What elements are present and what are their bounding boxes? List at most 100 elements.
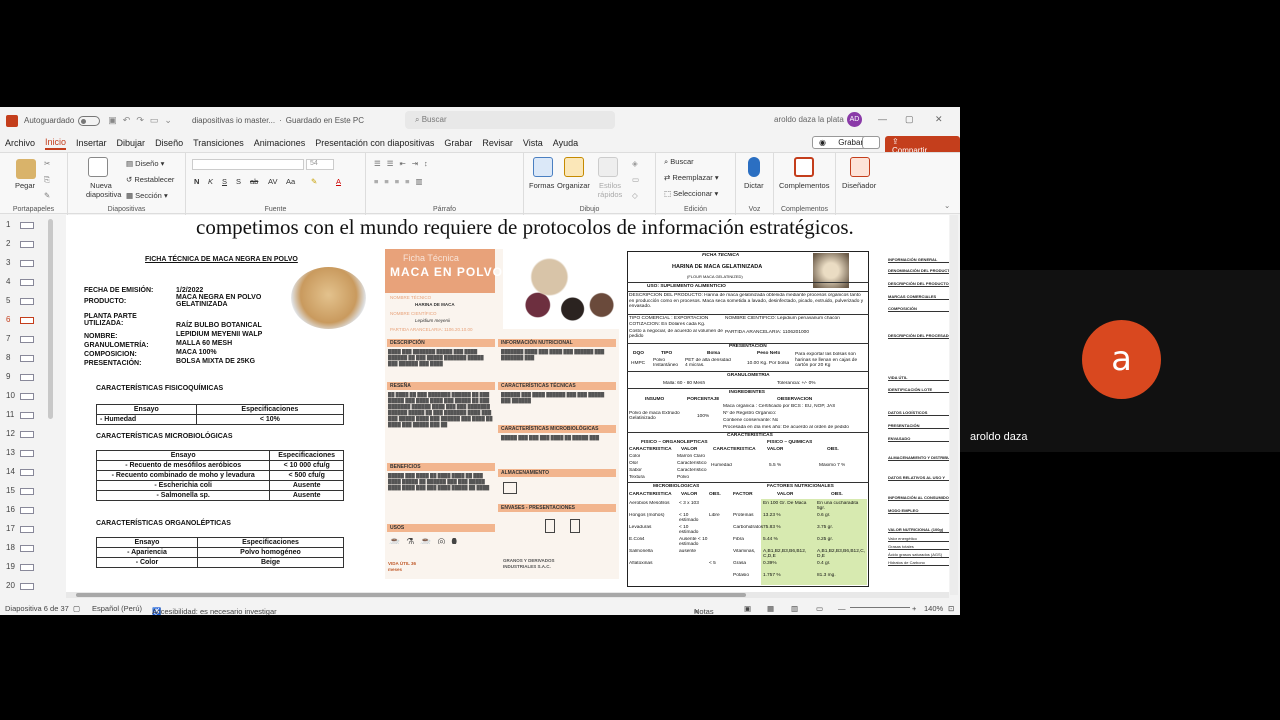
user-name[interactable]: aroldo daza la plata: [774, 115, 844, 124]
zoom-slider[interactable]: [850, 607, 910, 608]
vertical-scrollbar[interactable]: [950, 215, 958, 595]
list-icons[interactable]: ☰☰⇤⇥↕: [374, 159, 434, 168]
close-icon[interactable]: ✕: [935, 114, 943, 125]
paste-label[interactable]: Pegar: [15, 181, 35, 190]
thumbnail-number[interactable]: 20: [6, 581, 15, 590]
slide-thumbnail[interactable]: [20, 241, 34, 248]
quick-styles-label[interactable]: Estilos rápidos: [594, 181, 626, 199]
thumbnail-number[interactable]: 11: [6, 410, 14, 419]
tab-archivo[interactable]: Archivo: [5, 138, 35, 148]
font-color-icon[interactable]: A: [336, 177, 341, 186]
slideshow-view-icon[interactable]: ▭: [816, 604, 823, 613]
redo-icon[interactable]: ↷: [136, 115, 144, 126]
layout-button[interactable]: ▤ Diseño ▾: [126, 159, 164, 168]
new-slide-icon[interactable]: [88, 157, 108, 177]
thumbnail-number[interactable]: 16: [6, 505, 15, 514]
slideshow-icon[interactable]: ▭: [150, 115, 159, 126]
customize-icon[interactable]: ⌄: [164, 115, 172, 126]
reading-view-icon[interactable]: ▥: [791, 604, 798, 613]
slide-thumbnail[interactable]: [20, 393, 34, 400]
thumbnail-number[interactable]: 13: [6, 448, 15, 457]
thumbnail-number[interactable]: 4: [6, 277, 10, 286]
tab-ayuda[interactable]: Ayuda: [553, 138, 578, 148]
designer-label[interactable]: Diseñador: [842, 181, 876, 190]
slide-thumbnail[interactable]: [20, 355, 34, 362]
shapes-label[interactable]: Formas: [529, 181, 554, 190]
language-status[interactable]: Español (Perú): [92, 604, 142, 613]
quick-styles-icon[interactable]: [598, 157, 618, 177]
arrange-label[interactable]: Organizar: [557, 181, 590, 190]
replace-button[interactable]: ⇄ Reemplazar ▾: [664, 173, 719, 182]
file-name[interactable]: diapositivas io master...: [192, 116, 275, 125]
thumbnail-number[interactable]: 3: [6, 258, 10, 267]
shadow-icon[interactable]: S: [236, 177, 241, 186]
paste-icon[interactable]: [16, 159, 36, 179]
slide-thumbnail[interactable]: [20, 583, 34, 590]
slide-thumbnail[interactable]: [20, 488, 34, 495]
shapes-icon[interactable]: [533, 157, 553, 177]
align-icons[interactable]: ≡≡≡≡▥: [374, 177, 429, 186]
thumbnail-number[interactable]: 18: [6, 543, 15, 552]
ficha-tecnica-indice[interactable]: INFORMACIÓN GENERAL DENOMINACIÓN DEL PROD…: [884, 255, 949, 595]
select-button[interactable]: ⬚ Seleccionar ▾: [664, 189, 718, 198]
spellcheck-icon[interactable]: ▢: [73, 604, 80, 613]
thumbnail-scrollbar[interactable]: [48, 219, 53, 419]
tab-dibujar[interactable]: Dibujar: [117, 138, 146, 148]
slide-thumbnail[interactable]: [20, 317, 34, 324]
slide-thumbnail[interactable]: [20, 279, 34, 286]
maximize-icon[interactable]: ▢: [905, 114, 914, 125]
thumbnail-number[interactable]: 10: [6, 391, 15, 400]
slide-thumbnail[interactable]: [20, 526, 34, 533]
horizontal-scrollbar[interactable]: [66, 592, 949, 598]
collapse-ribbon-icon[interactable]: ⌄: [944, 201, 950, 210]
cut-icon[interactable]: ✂: [44, 159, 50, 168]
arrange-icon[interactable]: [564, 157, 584, 177]
thumbnail-number[interactable]: 5: [6, 296, 10, 305]
tab-animaciones[interactable]: Animaciones: [254, 138, 306, 148]
slide-thumbnail[interactable]: [20, 336, 34, 343]
slide-thumbnail[interactable]: [20, 545, 34, 552]
slide-thumbnail[interactable]: [20, 507, 34, 514]
minimize-icon[interactable]: —: [878, 114, 887, 124]
thumbnail-number[interactable]: 6: [6, 315, 10, 324]
thumbnail-number[interactable]: 19: [6, 562, 15, 571]
ficha-tecnica-maca-negra[interactable]: FICHA TÉCNICA DE MACA NEGRA EN POLVO FEC…: [76, 255, 376, 585]
ficha-tecnica-harina-maca[interactable]: FICHA TECNICA HARINA DE MACA GELATINIZAD…: [627, 251, 869, 587]
slide-thumbnail[interactable]: [20, 298, 34, 305]
effects-icon[interactable]: ◇: [632, 191, 638, 200]
slide-thumbnail[interactable]: [20, 374, 34, 381]
horizontal-scroll-thumb[interactable]: [76, 593, 746, 597]
slide-thumbnail[interactable]: [20, 450, 34, 457]
save-status[interactable]: Guardado en Este PC: [286, 116, 364, 125]
tab-vista[interactable]: Vista: [523, 138, 543, 148]
outline-icon[interactable]: ▭: [632, 175, 639, 184]
font-size-box[interactable]: 54: [306, 159, 334, 170]
tab-grabar[interactable]: Grabar: [444, 138, 472, 148]
addins-label[interactable]: Complementos: [779, 181, 829, 190]
fit-slide-icon[interactable]: ⊡: [948, 604, 954, 613]
slide-thumbnail[interactable]: [20, 564, 34, 571]
copy-icon[interactable]: ⎘: [44, 175, 50, 185]
tab-revisar[interactable]: Revisar: [482, 138, 513, 148]
addins-icon[interactable]: [794, 157, 814, 177]
thumbnail-number[interactable]: 15: [6, 486, 15, 495]
slide-canvas[interactable]: competimos con el mundo requiere de prot…: [66, 215, 949, 595]
slide-thumbnail[interactable]: [20, 222, 34, 229]
font-name-box[interactable]: [192, 159, 304, 170]
tab-presentacion[interactable]: Presentación con diapositivas: [315, 138, 434, 148]
tab-diseno[interactable]: Diseño: [155, 138, 183, 148]
slide-thumbnail[interactable]: [20, 260, 34, 267]
tab-insertar[interactable]: Insertar: [76, 138, 107, 148]
underline-icon[interactable]: S: [222, 177, 227, 186]
reset-button[interactable]: ↺ Restablecer: [126, 175, 174, 184]
search-box[interactable]: ⌕ Buscar: [405, 111, 615, 129]
user-avatar[interactable]: AD: [847, 112, 862, 127]
thumbnail-number[interactable]: 9: [6, 372, 10, 381]
zoom-out-icon[interactable]: —: [838, 604, 846, 613]
undo-icon[interactable]: ↶: [123, 115, 131, 126]
section-button[interactable]: ▦ Sección ▾: [126, 191, 168, 200]
slide-thumbnail[interactable]: [20, 431, 34, 438]
thumbnail-number[interactable]: 7: [6, 334, 10, 343]
new-slide-label[interactable]: Nueva diapositiva: [86, 181, 121, 199]
thumbnail-number[interactable]: 12: [6, 429, 15, 438]
